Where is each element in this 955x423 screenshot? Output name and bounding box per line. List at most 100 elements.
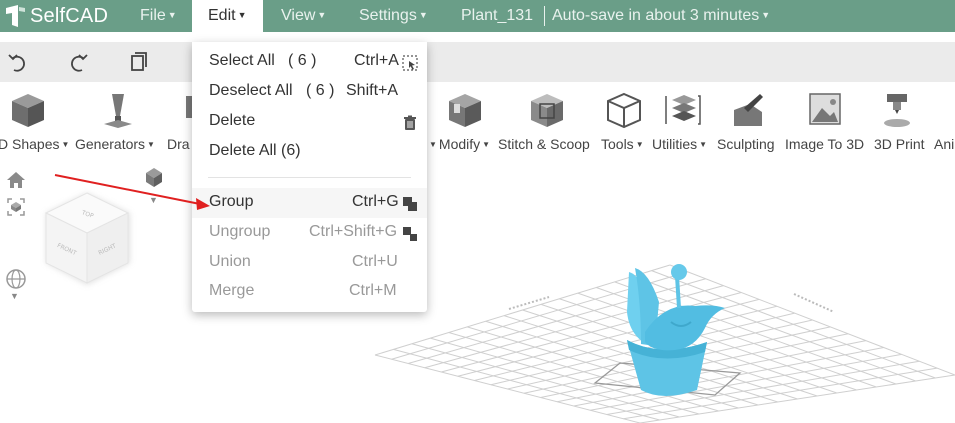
orbit-icon[interactable] [5, 268, 27, 290]
home-icon[interactable] [6, 171, 26, 189]
tool-label: D Shapes [0, 136, 60, 152]
shortcut-label: Ctrl+A [354, 52, 399, 69]
axes-icon[interactable] [142, 166, 166, 190]
tool-label: Modify [438, 136, 481, 152]
menu-settings-label: Settings [359, 7, 417, 24]
menu-edit[interactable]: Edit ▼ [192, 0, 263, 32]
menu-item-select-all[interactable]: Select All ( 6 ) Ctrl+A [192, 47, 427, 77]
tool-label: 3D Print [874, 136, 925, 152]
menu-item-label: Union [209, 253, 251, 270]
ruler-label [793, 293, 835, 313]
menu-item-label: Delete All (6) [209, 142, 301, 159]
ungroup-icon [403, 227, 417, 241]
menu-file-label: File [140, 7, 166, 24]
menu-item-deselect-all[interactable]: Deselect All ( 6 ) Shift+A [192, 77, 427, 107]
tool-modify[interactable]: ▼ Modify ▼ [427, 136, 490, 152]
tool-sculpting[interactable]: Sculpting [717, 136, 775, 152]
image-to-3d-icon[interactable] [806, 90, 846, 130]
project-name-label: Plant_131 [461, 7, 534, 24]
chevron-down-icon[interactable]: ▼ [149, 195, 158, 205]
undo-icon[interactable] [6, 50, 30, 74]
tool-ribbon: D Shapes ▼ Generators ▼ Dra ▼ Modify ▼ Stitc… [0, 82, 955, 160]
stitch-scoop-icon[interactable] [527, 90, 567, 130]
select-all-icon [402, 55, 418, 71]
menu-item-label: Group [209, 193, 254, 210]
tool-stitch-scoop[interactable]: Stitch & Scoop [498, 136, 590, 152]
edit-menu-dropdown: Select All ( 6 ) Ctrl+A Deselect All ( 6… [192, 42, 427, 312]
tool-label: Generators [75, 136, 146, 152]
fit-view-icon[interactable] [6, 197, 26, 217]
menu-settings[interactable]: Settings ▼ [359, 0, 428, 32]
sculpting-icon[interactable] [728, 90, 768, 130]
trash-icon [404, 115, 416, 130]
tool-label: Dra [167, 136, 190, 152]
top-menu-bar: SelfCAD File ▼ Edit ▼ View ▼ Settings ▼ Plan… [0, 0, 955, 32]
chevron-down-icon: ▼ [761, 10, 771, 20]
plant-model[interactable] [615, 262, 735, 402]
tool-3d-shapes[interactable]: D Shapes ▼ [0, 136, 69, 152]
menu-item-merge[interactable]: Merge Ctrl+M [192, 277, 427, 307]
menu-edit-label: Edit [208, 7, 236, 24]
tool-label: Ani [934, 136, 955, 152]
redo-icon[interactable] [66, 50, 90, 74]
tool-3d-print[interactable]: 3D Print [874, 136, 925, 152]
tool-label: Sculpting [717, 136, 775, 152]
menu-item-label: Merge [209, 282, 255, 299]
app-name: SelfCAD [30, 4, 109, 27]
selection-count: ( 6 ) [288, 52, 317, 69]
menu-item-label: Select All [209, 52, 275, 69]
menu-view-label: View [281, 7, 316, 24]
shortcut-label: Shift+A [346, 82, 399, 99]
tool-label: Tools [601, 136, 634, 152]
tool-tools[interactable]: Tools ▼ [601, 136, 644, 152]
cube-icon[interactable] [8, 90, 48, 130]
tool-draw[interactable]: Dra [167, 136, 190, 152]
menu-item-group[interactable]: Group Ctrl+G [192, 188, 427, 218]
selection-count: ( 6 ) [306, 82, 335, 99]
generator-icon[interactable] [98, 90, 138, 130]
3d-print-icon[interactable] [877, 90, 917, 130]
tool-utilities[interactable]: Utilities ▼ [652, 136, 707, 152]
chevron-down-icon: ▼ [482, 140, 491, 149]
tool-label: Image To 3D [785, 136, 865, 152]
divider [544, 6, 545, 26]
shortcut-label: Ctrl+Shift+G [309, 223, 398, 240]
3d-viewport[interactable]: ▼ ▼ TOP FRONT RIGHT [0, 160, 955, 423]
autosave-status[interactable]: Auto-save in about 3 minutes ▼ [552, 0, 770, 32]
menu-item-ungroup[interactable]: Ungroup Ctrl+Shift+G [192, 218, 427, 248]
tool-label: Stitch & Scoop [498, 136, 590, 152]
menu-item-label: Deselect All [209, 82, 293, 99]
selfcad-logo[interactable]: SelfCAD [4, 3, 108, 29]
menu-view[interactable]: View ▼ [281, 0, 326, 32]
chevron-down-icon: ▼ [61, 140, 70, 149]
menu-file[interactable]: File ▼ [140, 0, 177, 32]
tools-cube-icon[interactable] [604, 90, 644, 130]
autosave-label: Auto-save in about 3 minutes [552, 7, 760, 24]
menu-item-label: Ungroup [209, 223, 271, 240]
group-icon [403, 197, 417, 211]
menu-divider [208, 177, 411, 178]
shortcut-label: Ctrl+U [352, 253, 398, 270]
chevron-down-icon: ▼ [635, 140, 644, 149]
menu-item-delete-all[interactable]: Delete All (6) [192, 137, 427, 167]
menu-item-delete[interactable]: Delete [192, 107, 427, 137]
copy-icon[interactable] [125, 50, 149, 74]
chevron-down-icon: ▼ [699, 140, 708, 149]
modify-icon[interactable] [445, 90, 485, 130]
chevron-down-icon: ▼ [429, 140, 437, 149]
shortcut-label: Ctrl+M [349, 282, 397, 299]
project-name[interactable]: Plant_131 [461, 0, 533, 32]
tool-label: Utilities [652, 136, 698, 152]
shortcut-label: Ctrl+G [352, 193, 399, 210]
utilities-icon[interactable] [662, 90, 702, 130]
selfcad-logo-icon [6, 5, 25, 27]
menu-item-union[interactable]: Union Ctrl+U [192, 248, 427, 278]
view-cube[interactable]: TOP FRONT RIGHT [40, 185, 140, 295]
tool-generators[interactable]: Generators ▼ [75, 136, 155, 152]
chevron-down-icon: ▼ [317, 10, 327, 20]
chevron-down-icon[interactable]: ▼ [10, 291, 19, 301]
tool-animation[interactable]: Ani [934, 136, 954, 152]
tool-image-to-3d[interactable]: Image To 3D [785, 136, 864, 152]
chevron-down-icon: ▼ [167, 10, 177, 20]
ruler-label [508, 296, 550, 310]
